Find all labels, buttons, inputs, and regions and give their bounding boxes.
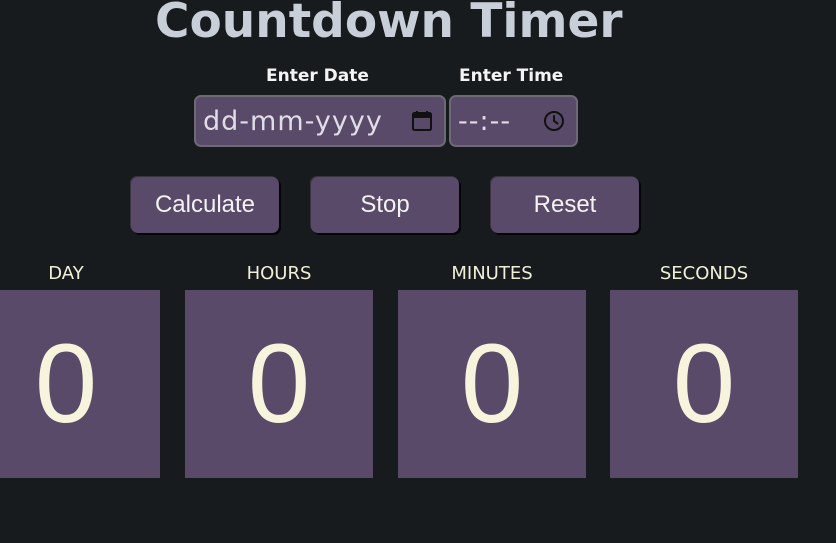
minutes-box: 0 — [398, 290, 586, 478]
time-label: Enter Time — [459, 66, 564, 86]
calculate-button[interactable]: Calculate — [131, 177, 279, 233]
date-label: Enter Date — [266, 66, 369, 86]
time-input-value: --:-- — [458, 105, 512, 137]
clock-icon[interactable] — [542, 109, 566, 133]
hours-label: HOURS — [246, 263, 312, 284]
seconds-label: SECONDS — [659, 263, 749, 284]
minutes-value: 0 — [460, 321, 524, 446]
days-value: 0 — [34, 321, 98, 446]
seconds-box: 0 — [610, 290, 798, 478]
reset-button[interactable]: Reset — [491, 177, 639, 233]
days-box: 0 — [0, 290, 160, 478]
date-input-value: dd-mm-yyyy — [203, 105, 383, 137]
calendar-icon[interactable] — [410, 109, 434, 133]
page-title: Countdown Timer — [155, 0, 623, 49]
hours-box: 0 — [185, 290, 373, 478]
countdown-page: Countdown Timer Enter Date Enter Time dd… — [0, 0, 836, 543]
hours-value: 0 — [247, 321, 311, 446]
seconds-value: 0 — [672, 321, 736, 446]
stop-button[interactable]: Stop — [311, 177, 459, 233]
minutes-label: MINUTES — [451, 263, 533, 284]
time-input[interactable]: --:-- — [449, 95, 578, 147]
days-label: DAY — [48, 263, 84, 284]
date-input[interactable]: dd-mm-yyyy — [194, 95, 446, 147]
